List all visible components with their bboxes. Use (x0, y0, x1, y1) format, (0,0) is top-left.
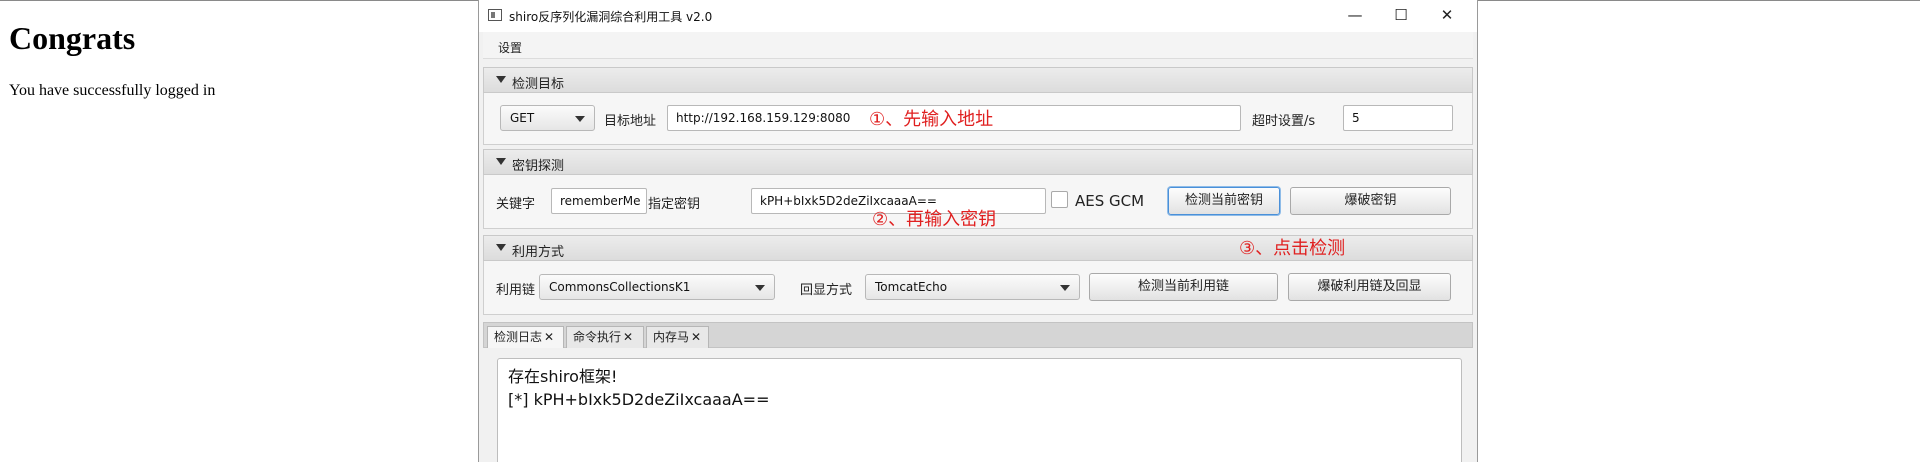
page-title: Congrats (9, 20, 136, 56)
tab-bar: 检测日志 ✕ 命令执行 ✕ 内存马 ✕ (483, 322, 1473, 348)
collapse-triangle-icon (496, 76, 506, 83)
annotation-step1: ①、先输入地址 (869, 109, 994, 130)
app-icon (488, 9, 502, 21)
echo-value: TomcatEcho (875, 280, 948, 294)
annotation-step2: ②、再输入密钥 (872, 209, 997, 230)
tab-label: 命令执行 (573, 330, 622, 344)
tab-command-exec[interactable]: 命令执行 ✕ (566, 326, 644, 348)
close-tab-icon[interactable]: ✕ (544, 330, 554, 344)
tab-detect-log[interactable]: 检测日志 ✕ (487, 326, 564, 348)
menu-settings[interactable]: 设置 (498, 39, 522, 56)
close-tab-icon[interactable]: ✕ (623, 330, 633, 344)
log-line: [*] kPH+bIxk5D2deZiIxcaaaA== (508, 390, 770, 409)
section-title-target: 检测目标 (512, 77, 565, 92)
section-header-target[interactable]: 检测目标 (483, 67, 1473, 93)
chain-label: 利用链 (496, 283, 536, 298)
close-button[interactable]: ✕ (1424, 0, 1470, 30)
keyword-input[interactable]: rememberMe (551, 188, 647, 214)
tab-memory-shell[interactable]: 内存马 ✕ (646, 326, 709, 348)
detect-key-button[interactable]: 检测当前密钥 (1168, 187, 1280, 215)
echo-label: 回显方式 (800, 283, 853, 298)
tab-label: 内存马 (653, 330, 690, 344)
aes-gcm-label: AES GCM (1075, 192, 1145, 210)
timeout-label: 超时设置/s (1252, 114, 1316, 129)
chain-select[interactable]: CommonsCollectionsK1 (539, 274, 775, 300)
minimize-button[interactable]: — (1332, 0, 1378, 30)
login-message: You have successfully logged in (9, 82, 216, 99)
url-label: 目标地址 (604, 114, 657, 129)
collapse-triangle-icon (496, 244, 506, 251)
key-label: 指定密钥 (648, 197, 701, 212)
section-body-exploit: 利用链 CommonsCollectionsK1 回显方式 TomcatEcho… (483, 261, 1473, 315)
dropdown-arrow-icon (755, 285, 765, 291)
log-line: 存在shiro框架! (508, 367, 618, 386)
collapse-triangle-icon (496, 158, 506, 165)
maximize-button[interactable]: ☐ (1378, 0, 1424, 30)
chain-value: CommonsCollectionsK1 (549, 280, 691, 294)
section-title-exploit: 利用方式 (512, 245, 565, 260)
log-output[interactable]: 存在shiro框架! [*] kPH+bIxk5D2deZiIxcaaaA== (497, 358, 1462, 462)
window-titlebar[interactable]: shiro反序列化漏洞综合利用工具 v2.0 — ☐ ✕ (479, 0, 1477, 32)
tab-label: 检测日志 (494, 330, 543, 344)
menu-bar: 设置 (483, 32, 1473, 59)
brute-key-button[interactable]: 爆破密钥 (1290, 187, 1451, 215)
detect-chain-button[interactable]: 检测当前利用链 (1089, 273, 1278, 301)
http-method-value: GET (510, 111, 535, 125)
section-title-key: 密钥探测 (512, 159, 565, 174)
dropdown-arrow-icon (575, 116, 585, 122)
http-method-select[interactable]: GET (500, 105, 595, 131)
section-header-key[interactable]: 密钥探测 (483, 149, 1473, 175)
aes-gcm-checkbox[interactable] (1051, 191, 1068, 208)
keyword-label: 关键字 (496, 197, 536, 212)
annotation-step3: ③、点击检测 (1239, 238, 1346, 259)
timeout-input[interactable]: 5 (1343, 105, 1453, 131)
app-window: shiro反序列化漏洞综合利用工具 v2.0 — ☐ ✕ 设置 检测目标 GET… (478, 0, 1478, 462)
dropdown-arrow-icon (1060, 285, 1070, 291)
close-tab-icon[interactable]: ✕ (691, 330, 701, 344)
echo-select[interactable]: TomcatEcho (865, 274, 1080, 300)
window-title: shiro反序列化漏洞综合利用工具 v2.0 (509, 10, 713, 24)
brute-chain-button[interactable]: 爆破利用链及回显 (1288, 273, 1451, 301)
